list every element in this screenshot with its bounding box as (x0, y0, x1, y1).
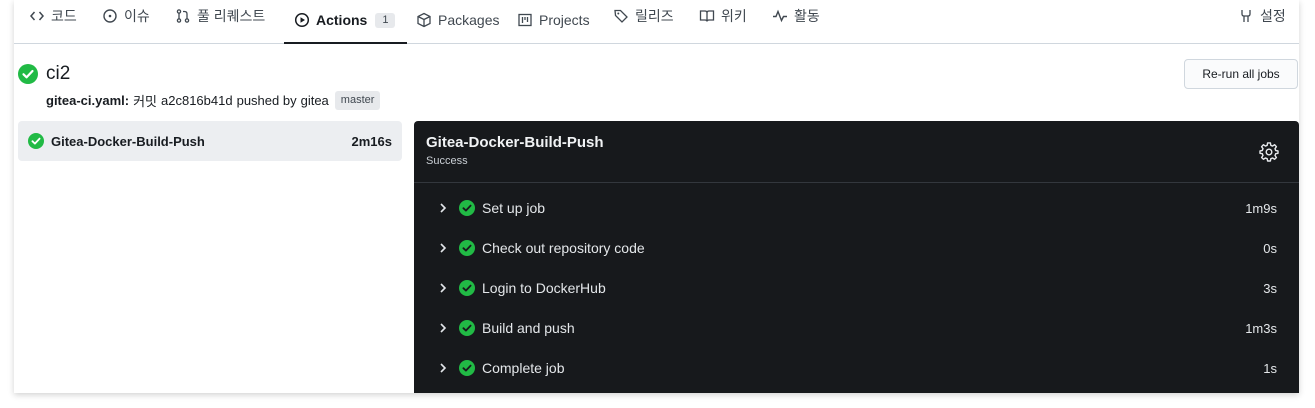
tab-releases[interactable]: 릴리즈 (613, 0, 674, 39)
job-step[interactable]: Build and push 1m3s (414, 308, 1299, 348)
branch-tag[interactable]: master (334, 91, 381, 110)
job-step[interactable]: Login to DockerHub 3s (414, 268, 1299, 308)
commit-label: 커밋 (133, 94, 158, 109)
step-name: Login to DockerHub (482, 280, 606, 296)
chevron-right-icon (436, 241, 450, 255)
rerun-all-jobs-button[interactable]: Re-run all jobs (1184, 59, 1298, 89)
step-duration: 1m3s (1245, 320, 1277, 336)
tab-code[interactable]: 코드 (29, 0, 77, 39)
tab-pull-requests[interactable]: 풀 리퀘스트 (175, 0, 265, 39)
tab-projects[interactable]: Projects (517, 0, 590, 43)
project-icon (517, 12, 533, 28)
chevron-right-icon (436, 361, 450, 375)
step-success-icon (459, 240, 475, 256)
step-duration: 1m9s (1245, 200, 1277, 216)
job-name: Gitea-Docker-Build-Push (51, 133, 205, 149)
actions-count-badge: 1 (375, 12, 396, 28)
step-name: Check out repository code (482, 240, 645, 256)
repo-tab-bar: 코드 이슈 풀 리퀘스트 Actions1 Packages Projects (14, 0, 1299, 44)
play-icon (294, 12, 310, 28)
pushed-by-label: pushed by (236, 93, 297, 108)
job-list-item[interactable]: Gitea-Docker-Build-Push 2m16s (18, 121, 402, 161)
commit-sha-link[interactable]: a2c816b41d (161, 93, 233, 108)
step-success-icon (459, 200, 475, 216)
tab-packages[interactable]: Packages (416, 0, 499, 43)
chevron-right-icon (436, 201, 450, 215)
job-panel-title: Gitea-Docker-Build-Push (426, 134, 604, 151)
tab-activity[interactable]: 활동 (772, 0, 820, 39)
gear-icon[interactable] (1259, 142, 1279, 162)
tab-wiki[interactable]: 위키 (699, 0, 747, 39)
code-icon (29, 8, 45, 24)
chevron-right-icon (436, 281, 450, 295)
step-duration: 0s (1263, 240, 1277, 256)
job-step-panel: Gitea-Docker-Build-Push Success Set up j… (414, 121, 1299, 393)
workflow-file-link[interactable]: gitea-ci.yaml: (46, 93, 129, 108)
pull-request-icon (175, 8, 191, 24)
tag-icon (613, 8, 629, 24)
step-duration: 1s (1263, 360, 1277, 376)
tab-actions[interactable]: Actions 1 (283, 0, 408, 44)
job-panel-header: Gitea-Docker-Build-Push Success (414, 121, 1299, 183)
step-name: Build and push (482, 320, 575, 336)
job-success-icon (28, 133, 44, 149)
job-step[interactable]: Check out repository code 0s (414, 228, 1299, 268)
tab-issues[interactable]: 이슈 (102, 0, 150, 39)
job-step[interactable]: Complete job 1s (414, 348, 1299, 388)
run-success-icon (18, 64, 38, 84)
step-name: Set up job (482, 200, 546, 216)
step-success-icon (459, 320, 475, 336)
package-icon (416, 12, 432, 28)
run-meta: gitea-ci.yaml: 커밋 a2c816b41d pushed by g… (46, 91, 381, 110)
issue-icon (102, 8, 118, 24)
chevron-right-icon (436, 321, 450, 335)
step-success-icon (459, 360, 475, 376)
step-duration: 3s (1263, 280, 1277, 296)
pulse-icon (772, 8, 788, 24)
user-link[interactable]: gitea (301, 93, 329, 108)
job-step[interactable]: Set up job 1m9s (414, 188, 1299, 228)
actions-page: 코드 이슈 풀 리퀘스트 Actions1 Packages Projects (14, 0, 1299, 393)
job-duration: 2m16s (351, 133, 392, 149)
book-icon (699, 8, 715, 24)
job-panel-status: Success (426, 155, 468, 167)
step-success-icon (459, 280, 475, 296)
tools-icon (1238, 8, 1254, 24)
run-title: ci2 (46, 63, 71, 84)
tab-settings[interactable]: 설정 (1238, 0, 1286, 39)
step-name: Complete job (482, 360, 565, 376)
